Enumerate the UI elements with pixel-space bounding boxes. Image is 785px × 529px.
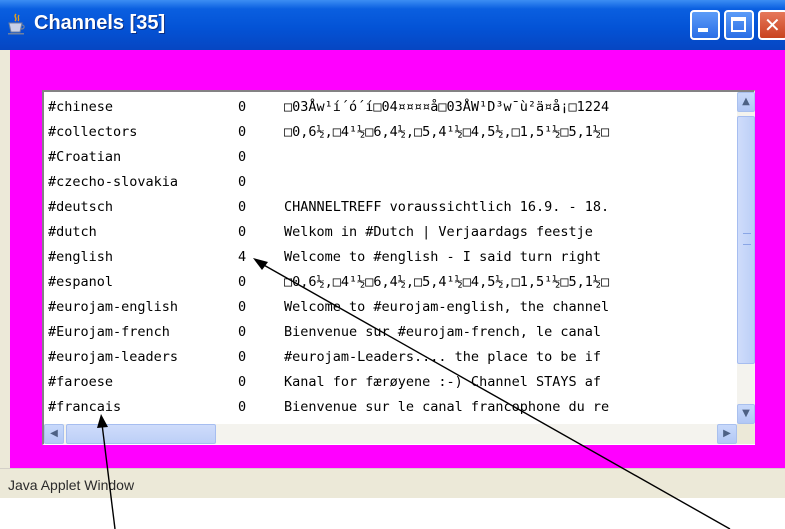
channel-name: #eurojam-english: [48, 299, 179, 315]
vertical-scroll-thumb[interactable]: [737, 116, 755, 364]
channel-row[interactable]: #chinese 0 □03Åw¹í´ó´í□04¤¤¤¤å□03ÅW¹D³w¯…: [44, 94, 737, 120]
channel-row[interactable]: #espanol 0 □0,6½,□4¹½□6,4½,□5,4¹½□4,5½,□…: [44, 269, 737, 295]
channel-name: #Eurojam-french: [48, 324, 170, 340]
horizontal-scrollbar[interactable]: ◀ ▶: [44, 424, 737, 444]
scroll-right-button[interactable]: ▶: [717, 424, 737, 444]
channel-row[interactable]: #czecho-slovakia 0: [44, 169, 737, 195]
user-count: 0: [238, 149, 247, 165]
channel-name: #espanol: [48, 274, 114, 290]
channel-row[interactable]: #english 4 Welcome to #english - I said …: [44, 244, 737, 270]
applet-client-area: #chinese 0 □03Åw¹í´ó´í□04¤¤¤¤å□03ÅW¹D³w¯…: [10, 50, 785, 468]
channel-topic: □03Åw¹í´ó´í□04¤¤¤¤å□03ÅW¹D³w¯ù²ä¤å¡□1224: [284, 99, 610, 115]
user-count: 4: [238, 249, 247, 265]
user-count: 0: [238, 274, 247, 290]
close-icon: ✕: [764, 13, 781, 37]
user-count: 0: [238, 324, 247, 340]
java-cup-icon: [8, 13, 25, 35]
channel-row[interactable]: #eurojam-english 0 Welcome to #eurojam-e…: [44, 294, 737, 320]
channel-row[interactable]: #deutsch 0 CHANNELTREFF voraussichtlich …: [44, 194, 737, 220]
channel-row[interactable]: #francais 0 Bienvenue sur le canal franc…: [44, 394, 737, 420]
channel-topic: Welcome to #eurojam-english, the channel: [284, 299, 610, 315]
applet-warning-label: Java Applet Window: [8, 477, 135, 493]
channel-topic: Bienvenue sur le canal francophone du re: [284, 399, 610, 415]
channel-topic: #eurojam-Leaders.... the place to be if: [284, 349, 601, 365]
grip-icon: [743, 233, 751, 245]
user-count: 0: [238, 124, 247, 140]
user-count: 0: [238, 399, 247, 415]
user-count: 0: [238, 224, 247, 240]
channel-topic: Bienvenue sur #eurojam-french, le canal: [284, 324, 601, 340]
chevron-right-icon: ▶: [723, 428, 731, 439]
channel-topic: CHANNELTREFF voraussichtlich 16.9. - 18.: [284, 199, 610, 215]
channel-name: #english: [48, 249, 114, 265]
channel-name: #faroese: [48, 374, 114, 390]
user-count: 0: [238, 199, 247, 215]
maximize-icon: [731, 17, 746, 32]
title-bar[interactable]: Channels [35] ✕: [0, 0, 785, 50]
scrollbar-corner: [737, 424, 755, 444]
scroll-left-button[interactable]: ◀: [44, 424, 64, 444]
window-title: Channels [35]: [34, 12, 166, 34]
channel-name: #Croatian: [48, 149, 122, 165]
channel-name: #dutch: [48, 224, 97, 240]
user-count: 0: [238, 299, 247, 315]
minimize-icon: [698, 28, 708, 32]
minimize-button[interactable]: [690, 10, 720, 40]
channel-topic: □0,6½,□4¹½□6,4½,□5,4¹½□4,5½,□1,5¹½□5,1½□: [284, 274, 610, 290]
close-button[interactable]: ✕: [758, 10, 785, 40]
channel-name: #francais: [48, 399, 122, 415]
scroll-down-button[interactable]: ▼: [737, 404, 755, 424]
channel-list-panel: #chinese 0 □03Åw¹í´ó´í□04¤¤¤¤å□03ÅW¹D³w¯…: [42, 90, 755, 445]
channel-row[interactable]: #dutch 0 Welkom in #Dutch | Verjaardags …: [44, 219, 737, 245]
channels-window: Channels [35] ✕ #chinese 0 □03Åw¹í´ó´í□0…: [0, 0, 785, 498]
channel-name: #collectors: [48, 124, 138, 140]
channel-topic: □0,6½,□4¹½□6,4½,□5,4¹½□4,5½,□1,5¹½□5,1½□: [284, 124, 610, 140]
channel-name: #czecho-slovakia: [48, 174, 179, 190]
channel-row[interactable]: #Eurojam-french 0 Bienvenue sur #eurojam…: [44, 319, 737, 345]
chevron-down-icon: ▼: [742, 408, 750, 419]
channel-name: #chinese: [48, 99, 114, 115]
chevron-left-icon: ◀: [50, 428, 58, 439]
channel-row[interactable]: #faroese 0 Kanal for færøyene :-) Channe…: [44, 369, 737, 395]
channel-topic: Welkom in #Dutch | Verjaardags feestje: [284, 224, 593, 240]
user-count: 0: [238, 174, 247, 190]
channel-row[interactable]: #eurojam-leaders 0 #eurojam-Leaders.... …: [44, 344, 737, 370]
vertical-scrollbar[interactable]: ▲ ▼: [737, 92, 755, 424]
scroll-up-button[interactable]: ▲: [737, 92, 755, 112]
user-count: 0: [238, 349, 247, 365]
chevron-up-icon: ▲: [742, 96, 750, 107]
channel-topic: Kanal for færøyene :-) Channel STAYS af: [284, 374, 601, 390]
channel-name: #deutsch: [48, 199, 114, 215]
channel-name: #eurojam-leaders: [48, 349, 179, 365]
maximize-button[interactable]: [724, 10, 754, 40]
status-bar: Java Applet Window: [0, 468, 785, 498]
channel-row[interactable]: #Croatian 0: [44, 144, 737, 170]
horizontal-scroll-thumb[interactable]: [66, 424, 216, 444]
channel-topic: Welcome to #english - I said turn right: [284, 249, 601, 265]
channel-list[interactable]: #chinese 0 □03Åw¹í´ó´í□04¤¤¤¤å□03ÅW¹D³w¯…: [44, 92, 737, 424]
user-count: 0: [238, 99, 247, 115]
channel-row[interactable]: #collectors 0 □0,6½,□4¹½□6,4½,□5,4¹½□4,5…: [44, 119, 737, 145]
user-count: 0: [238, 374, 247, 390]
